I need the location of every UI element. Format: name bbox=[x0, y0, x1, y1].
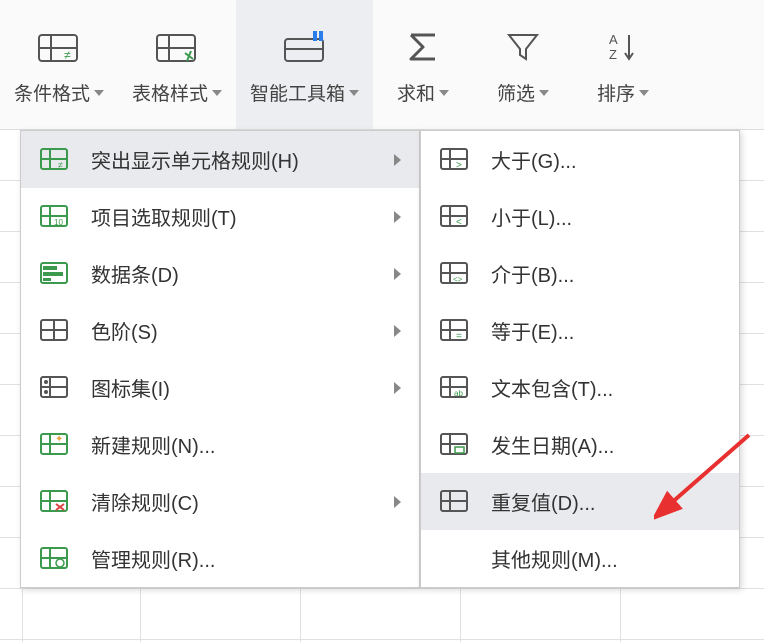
filter-icon bbox=[505, 23, 541, 71]
duplicate-icon bbox=[439, 488, 471, 516]
submenu-greater[interactable]: > 大于(G)... bbox=[421, 131, 739, 188]
label-text: 表格样式 bbox=[132, 79, 208, 106]
ribbon-toolbar: ≠ 条件格式 表格样式 智能工具箱 求和 筛选 AZ 排序 bbox=[0, 0, 764, 130]
menu-top-bottom[interactable]: 10 项目选取规则(T) bbox=[21, 188, 419, 245]
color-scale-icon bbox=[39, 317, 71, 345]
sum-button[interactable]: 求和 bbox=[373, 0, 473, 129]
table-style-button[interactable]: 表格样式 bbox=[118, 0, 236, 129]
filter-button[interactable]: 筛选 bbox=[473, 0, 573, 129]
svg-text:≠: ≠ bbox=[64, 48, 71, 62]
menu-label: 文本包含(T)... bbox=[491, 373, 721, 402]
submenu-less[interactable]: < 小于(L)... bbox=[421, 188, 739, 245]
menu-label: 介于(B)... bbox=[491, 259, 721, 288]
new-rule-icon: ✦ bbox=[39, 431, 71, 459]
submenu-arrow-icon bbox=[394, 496, 401, 508]
sum-icon bbox=[405, 23, 441, 71]
menu-label: 项目选取规则(T) bbox=[91, 202, 394, 231]
less-icon: < bbox=[439, 203, 471, 231]
highlight-cells-icon: ≠ bbox=[39, 146, 71, 174]
manage-rule-icon bbox=[39, 545, 71, 573]
text-contains-icon: ab bbox=[439, 374, 471, 402]
svg-text:<>: <> bbox=[453, 275, 463, 284]
clear-rule-icon bbox=[39, 488, 71, 516]
svg-text:ab: ab bbox=[454, 389, 463, 398]
smart-toolbox-icon bbox=[283, 23, 327, 71]
submenu-other-rules[interactable]: 其他规则(M)... bbox=[421, 530, 739, 587]
label-text: 筛选 bbox=[497, 79, 535, 106]
svg-text:>: > bbox=[456, 160, 462, 171]
submenu-arrow-icon bbox=[394, 154, 401, 166]
menu-manage-rule[interactable]: 管理规则(R)... bbox=[21, 530, 419, 587]
menu-label: 等于(E)... bbox=[491, 316, 721, 345]
dropdown-arrow-icon bbox=[212, 90, 222, 96]
label-text: 智能工具箱 bbox=[250, 79, 345, 106]
menu-label: 数据条(D) bbox=[91, 259, 394, 288]
menu-label: 图标集(I) bbox=[91, 373, 394, 402]
submenu-text-contains[interactable]: ab 文本包含(T)... bbox=[421, 359, 739, 416]
menu-color-scale[interactable]: 色阶(S) bbox=[21, 302, 419, 359]
label-text: 排序 bbox=[597, 79, 635, 106]
dropdown-arrow-icon bbox=[439, 90, 449, 96]
dropdown-arrow-icon bbox=[349, 90, 359, 96]
top-bottom-icon: 10 bbox=[39, 203, 71, 231]
submenu-arrow-icon bbox=[394, 325, 401, 337]
dropdown-arrow-icon bbox=[94, 90, 104, 96]
svg-text:A: A bbox=[609, 32, 618, 47]
svg-text:Z: Z bbox=[609, 47, 617, 62]
blank-icon bbox=[439, 545, 471, 573]
svg-text:✦: ✦ bbox=[55, 434, 63, 445]
submenu-between[interactable]: <> 介于(B)... bbox=[421, 245, 739, 302]
dropdown-arrow-icon bbox=[639, 90, 649, 96]
menu-label: 重复值(D)... bbox=[491, 487, 721, 516]
highlight-cells-submenu: > 大于(G)... < 小于(L)... <> 介于(B)... = 等于(E… bbox=[420, 130, 740, 588]
date-icon bbox=[439, 431, 471, 459]
label-text: 求和 bbox=[397, 79, 435, 106]
conditional-format-menu: ≠ 突出显示单元格规则(H) 10 项目选取规则(T) 数据条(D) 色阶(S)… bbox=[20, 130, 420, 588]
dropdown-arrow-icon bbox=[539, 90, 549, 96]
menu-label: 大于(G)... bbox=[491, 145, 721, 174]
equal-icon: = bbox=[439, 317, 471, 345]
menu-clear-rule[interactable]: 清除规则(C) bbox=[21, 473, 419, 530]
submenu-arrow-icon bbox=[394, 268, 401, 280]
icon-set-icon bbox=[39, 374, 71, 402]
sort-button[interactable]: AZ 排序 bbox=[573, 0, 673, 129]
menu-highlight-cells[interactable]: ≠ 突出显示单元格规则(H) bbox=[21, 131, 419, 188]
submenu-arrow-icon bbox=[394, 211, 401, 223]
menu-label: 新建规则(N)... bbox=[91, 430, 401, 459]
menu-icon-set[interactable]: 图标集(I) bbox=[21, 359, 419, 416]
submenu-arrow-icon bbox=[394, 382, 401, 394]
menu-label: 突出显示单元格规则(H) bbox=[91, 145, 394, 174]
data-bars-icon bbox=[39, 260, 71, 288]
table-style-icon bbox=[155, 23, 199, 71]
smart-toolbox-button[interactable]: 智能工具箱 bbox=[236, 0, 373, 129]
svg-text:10: 10 bbox=[54, 218, 63, 227]
svg-text:≠: ≠ bbox=[58, 160, 63, 170]
submenu-duplicate[interactable]: 重复值(D)... bbox=[421, 473, 739, 530]
menu-label: 管理规则(R)... bbox=[91, 544, 401, 573]
menu-label: 清除规则(C) bbox=[91, 487, 394, 516]
menu-label: 色阶(S) bbox=[91, 316, 394, 345]
menu-label: 小于(L)... bbox=[491, 202, 721, 231]
conditional-format-button[interactable]: ≠ 条件格式 bbox=[0, 0, 118, 129]
between-icon: <> bbox=[439, 260, 471, 288]
conditional-format-icon: ≠ bbox=[37, 23, 81, 71]
menu-data-bars[interactable]: 数据条(D) bbox=[21, 245, 419, 302]
sort-icon: AZ bbox=[605, 23, 641, 71]
svg-text:<: < bbox=[456, 217, 462, 228]
greater-icon: > bbox=[439, 146, 471, 174]
menu-label: 其他规则(M)... bbox=[491, 544, 721, 573]
submenu-date[interactable]: 发生日期(A)... bbox=[421, 416, 739, 473]
menu-new-rule[interactable]: ✦ 新建规则(N)... bbox=[21, 416, 419, 473]
svg-text:=: = bbox=[456, 331, 462, 342]
menu-label: 发生日期(A)... bbox=[491, 430, 721, 459]
label-text: 条件格式 bbox=[14, 79, 90, 106]
submenu-equal[interactable]: = 等于(E)... bbox=[421, 302, 739, 359]
